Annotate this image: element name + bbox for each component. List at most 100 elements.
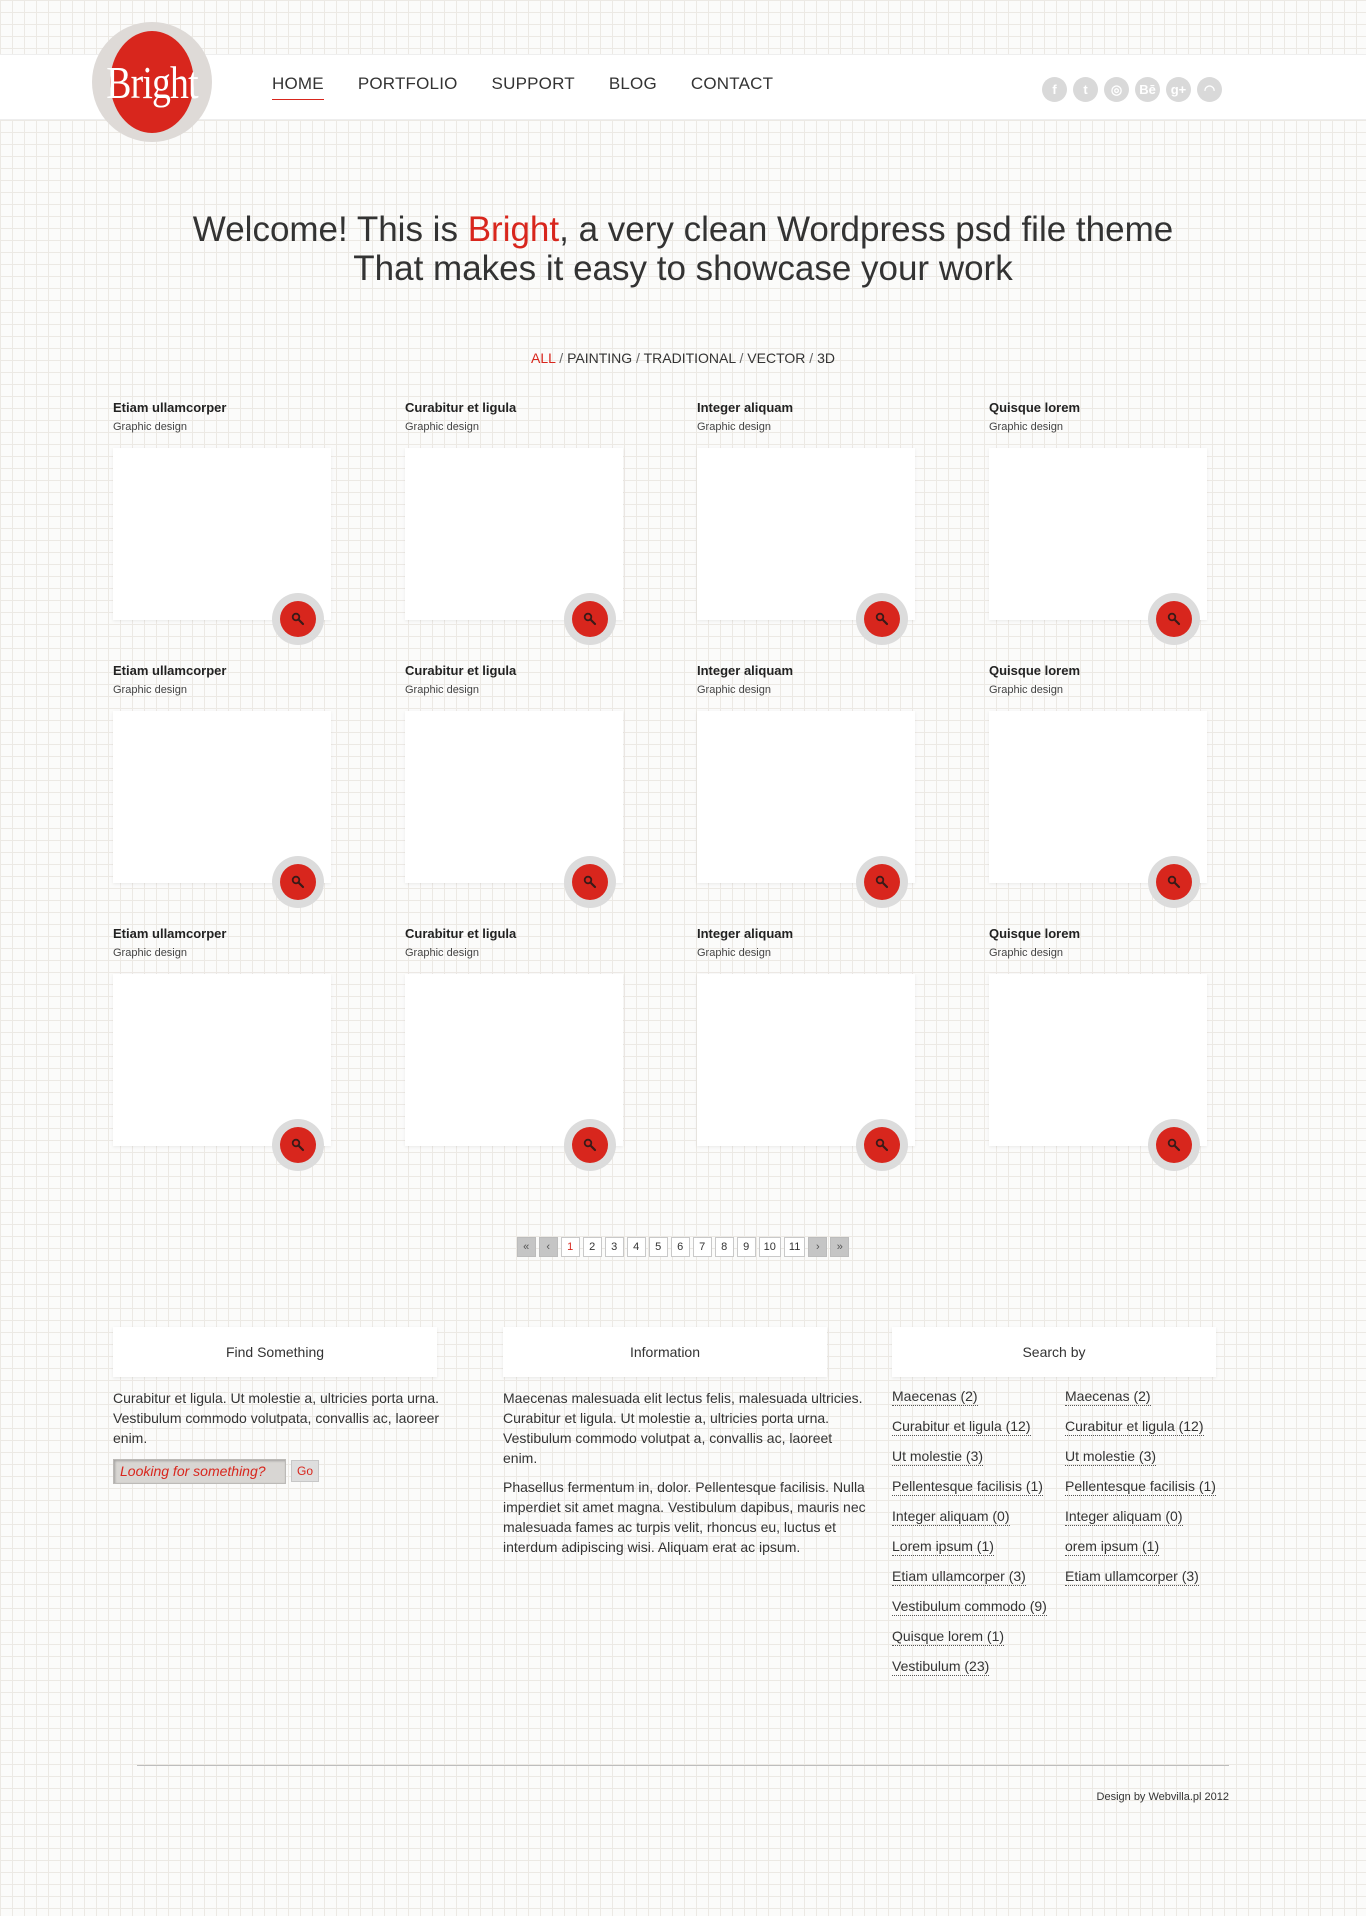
pager-page-6[interactable]: 6 (670, 1237, 690, 1257)
zoom-button[interactable] (856, 856, 908, 908)
portfolio-item-category: Graphic design (989, 684, 1063, 696)
tag-link[interactable]: Curabitur et ligula (12) (892, 1418, 1031, 1436)
zoom-button[interactable] (272, 593, 324, 645)
portfolio-item[interactable]: Etiam ullamcorper Graphic design (113, 926, 331, 1189)
tag-link[interactable]: Lorem ipsum (1) (892, 1538, 994, 1556)
pager-page-3[interactable]: 3 (604, 1237, 624, 1257)
zoom-button[interactable] (1148, 856, 1200, 908)
pager-page-4[interactable]: 4 (626, 1237, 646, 1257)
pager-first-button[interactable]: « (516, 1237, 536, 1257)
tag-link[interactable]: Integer aliquam (0) (1065, 1508, 1183, 1526)
tag-link[interactable]: Pellentesque facilisis (1) (1065, 1478, 1216, 1496)
portfolio-item-title[interactable]: Integer aliquam (697, 926, 915, 944)
zoom-button[interactable] (1148, 1119, 1200, 1171)
zoom-button[interactable] (564, 856, 616, 908)
filter-traditional[interactable]: TRADITIONAL (644, 350, 736, 366)
dribbble-icon[interactable]: ◎ (1104, 77, 1129, 102)
tag-link[interactable]: orem ipsum (1) (1065, 1538, 1160, 1556)
portfolio-item[interactable]: Etiam ullamcorper Graphic design (113, 663, 331, 926)
portfolio-item[interactable]: Curabitur et ligula Graphic design (405, 400, 623, 663)
zoom-button[interactable] (1148, 593, 1200, 645)
tag-link[interactable]: Quisque lorem (1) (892, 1628, 1005, 1646)
search-input[interactable]: Looking for something? (113, 1459, 286, 1484)
portfolio-item[interactable]: Integer aliquam Graphic design (697, 400, 915, 663)
pager-page-9[interactable]: 9 (736, 1237, 756, 1257)
nav-portfolio[interactable]: PORTFOLIO (358, 74, 458, 100)
tag-link[interactable]: Ut molestie (3) (892, 1448, 984, 1466)
footer-credit: Design by Webvilla.pl 2012 (1096, 1791, 1229, 1803)
tag-row: Ut molestie (3) (1065, 1448, 1235, 1478)
footer-divider (137, 1765, 1229, 1766)
magnifier-icon (1156, 601, 1192, 637)
portfolio-item-title[interactable]: Integer aliquam (697, 400, 915, 418)
zoom-button[interactable] (564, 593, 616, 645)
pager-page-8[interactable]: 8 (714, 1237, 734, 1257)
portfolio-item-title[interactable]: Curabitur et ligula (405, 400, 623, 418)
portfolio-item[interactable]: Integer aliquam Graphic design (697, 663, 915, 926)
portfolio-item-title[interactable]: Etiam ullamcorper (113, 926, 331, 944)
tag-row: Integer aliquam (0) (892, 1508, 1062, 1538)
portfolio-item[interactable]: Quisque lorem Graphic design (989, 663, 1207, 926)
facebook-icon[interactable]: f (1042, 77, 1067, 102)
portfolio-item-category: Graphic design (989, 947, 1063, 959)
zoom-button[interactable] (564, 1119, 616, 1171)
nav-blog[interactable]: BLOG (609, 74, 657, 100)
portfolio-item[interactable]: Integer aliquam Graphic design (697, 926, 915, 1189)
portfolio-item-title[interactable]: Quisque lorem (989, 400, 1207, 418)
pager-page-5[interactable]: 5 (648, 1237, 668, 1257)
portfolio-item-title[interactable]: Quisque lorem (989, 926, 1207, 944)
portfolio-item-title[interactable]: Etiam ullamcorper (113, 663, 331, 681)
behance-icon[interactable]: Bē (1135, 77, 1160, 102)
portfolio-item-title[interactable]: Quisque lorem (989, 663, 1207, 681)
pager-page-10[interactable]: 10 (758, 1237, 781, 1257)
portfolio-item-title[interactable]: Curabitur et ligula (405, 926, 623, 944)
tag-row: Pellentesque facilisis (1) (892, 1478, 1062, 1508)
portfolio-item[interactable]: Quisque lorem Graphic design (989, 400, 1207, 663)
portfolio-item[interactable]: Etiam ullamcorper Graphic design (113, 400, 331, 663)
tag-link[interactable]: Etiam ullamcorper (3) (892, 1568, 1026, 1586)
filter-3d[interactable]: 3D (817, 350, 835, 366)
tag-link[interactable]: Ut molestie (3) (1065, 1448, 1157, 1466)
portfolio-item[interactable]: Quisque lorem Graphic design (989, 926, 1207, 1189)
zoom-button[interactable] (272, 856, 324, 908)
nav-support[interactable]: SUPPORT (492, 74, 575, 100)
pager-next-button[interactable]: › (808, 1237, 828, 1257)
portfolio-item-title[interactable]: Integer aliquam (697, 663, 915, 681)
nav-home[interactable]: HOME (272, 74, 324, 100)
search-go-button[interactable]: Go (291, 1460, 319, 1482)
portfolio-item[interactable]: Curabitur et ligula Graphic design (405, 663, 623, 926)
portfolio-item-title[interactable]: Curabitur et ligula (405, 663, 623, 681)
portfolio-item-title[interactable]: Etiam ullamcorper (113, 400, 331, 418)
tag-link[interactable]: Integer aliquam (0) (892, 1508, 1010, 1526)
twitter-icon[interactable]: t (1073, 77, 1098, 102)
zoom-button[interactable] (856, 593, 908, 645)
tag-link[interactable]: Maecenas (2) (892, 1388, 978, 1406)
pager-page-2[interactable]: 2 (582, 1237, 602, 1257)
pager-page-11[interactable]: 11 (783, 1237, 806, 1257)
logo[interactable]: Bright (106, 31, 199, 133)
hero-brand-accent: Bright (467, 210, 560, 249)
tag-link[interactable]: Maecenas (2) (1065, 1388, 1151, 1406)
tag-link[interactable]: Etiam ullamcorper (3) (1065, 1568, 1199, 1586)
pager-page-7[interactable]: 7 (692, 1237, 712, 1257)
filter-painting[interactable]: PAINTING (567, 350, 632, 366)
zoom-button[interactable] (856, 1119, 908, 1171)
filter-vector[interactable]: VECTOR (747, 350, 805, 366)
rss-icon[interactable]: ◠ (1197, 77, 1222, 102)
widget-info-title: Information (503, 1327, 827, 1377)
tag-link[interactable]: Curabitur et ligula (12) (1065, 1418, 1204, 1436)
widget-search-by-title: Search by (892, 1327, 1216, 1377)
magnifier-icon (280, 601, 316, 637)
pager-prev-button[interactable]: ‹ (538, 1237, 558, 1257)
tag-link[interactable]: Vestibulum (23) (892, 1658, 990, 1676)
google-plus-icon[interactable]: g+ (1166, 77, 1191, 102)
tag-link[interactable]: Pellentesque facilisis (1) (892, 1478, 1043, 1496)
pager-last-button[interactable]: » (830, 1237, 850, 1257)
widget-info-text: Maecenas malesuada elit lectus felis, ma… (503, 1388, 869, 1566)
portfolio-item[interactable]: Curabitur et ligula Graphic design (405, 926, 623, 1189)
tag-link[interactable]: Vestibulum commodo (9) (892, 1598, 1047, 1616)
filter-all[interactable]: ALL (531, 350, 555, 366)
zoom-button[interactable] (272, 1119, 324, 1171)
nav-contact[interactable]: CONTACT (691, 74, 773, 100)
pager-page-1[interactable]: 1 (560, 1237, 580, 1257)
